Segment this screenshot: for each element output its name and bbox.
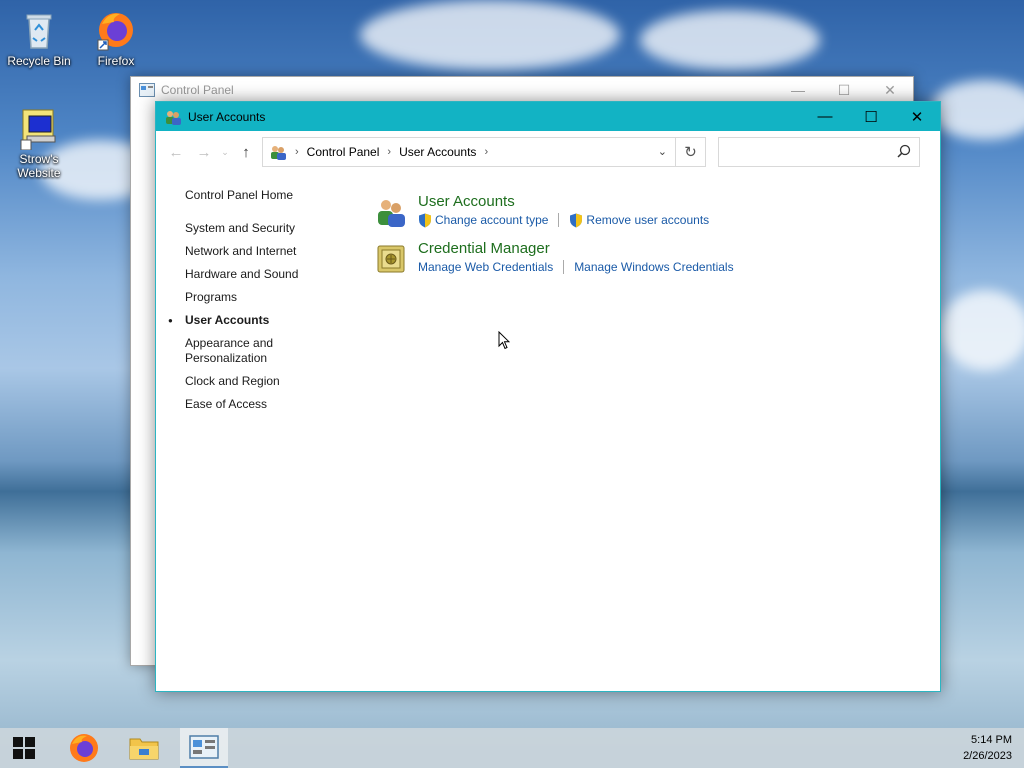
minimize-button[interactable]: — [802,102,848,131]
change-account-type-link[interactable]: Change account type [418,212,548,228]
clock-date: 2/26/2023 [963,750,1012,762]
breadcrumb-user-accounts[interactable]: User Accounts [399,145,476,159]
refresh-button[interactable]: ↻ [676,137,706,167]
sidebar-item-user-accounts[interactable]: User Accounts [168,313,355,328]
link-label[interactable]: Change account type [435,212,548,228]
uac-shield-icon [570,213,583,227]
recent-locations-button[interactable]: ⌄ [218,138,232,166]
taskbar-control-panel-button[interactable] [180,728,228,768]
computer-icon [20,109,56,150]
sidebar-item-clock-and-region[interactable]: Clock and Region [185,374,355,389]
category-heading-credential-manager[interactable]: Credential Manager [418,239,734,259]
window-title: User Accounts [188,109,266,124]
taskbar: 5:14 PM 2/26/2023 [0,728,1024,768]
user-accounts-window[interactable]: User Accounts — ☐ ✕ ← → ⌄ ↑ › Control Pa… [155,101,941,692]
category-credential-manager: Credential Manager Manage Web Credential… [375,239,734,286]
address-bar[interactable]: › Control Panel › User Accounts › ⌄ [262,137,676,167]
manage-windows-credentials-link[interactable]: Manage Windows Credentials [574,259,733,275]
category-heading-user-accounts[interactable]: User Accounts [418,192,734,212]
firefox-icon [70,734,98,762]
category-list: User Accounts Change account type Remove… [375,192,734,286]
system-clock[interactable]: 5:14 PM 2/26/2023 [963,732,1012,764]
chevron-right-icon[interactable]: › [484,146,488,158]
uac-shield-icon [419,213,431,227]
control-panel-icon [189,735,219,759]
manage-web-credentials-link[interactable]: Manage Web Credentials [418,259,553,275]
desktop-icon-label: Recycle Bin [7,54,71,68]
chevron-down-icon[interactable]: ⌄ [658,145,667,158]
mouse-cursor-icon [498,331,510,350]
maximize-button[interactable]: ☐ [848,102,894,131]
users-icon [378,200,405,227]
sidebar-item-system-and-security[interactable]: System and Security [185,221,355,236]
sidebar-item-hardware-and-sound[interactable]: Hardware and Sound [185,267,355,282]
search-input[interactable] [719,138,889,166]
taskbar-file-explorer-button[interactable] [120,728,168,768]
desktop-icon-recycle-bin[interactable]: Recycle Bin [1,8,77,68]
link-divider [563,260,565,274]
sidebar-item-control-panel-home[interactable]: Control Panel Home [185,188,355,203]
folder-icon [129,738,159,760]
forward-button[interactable]: → [190,138,218,166]
search-box[interactable] [718,137,920,167]
chevron-right-icon[interactable]: › [295,146,299,158]
sidebar-item-ease-of-access[interactable]: Ease of Access [185,397,355,412]
navigation-bar: ← → ⌄ ↑ › Control Panel › User Accounts … [156,131,940,173]
sidebar: Control Panel Home System and Security N… [168,188,355,420]
desktop-icon-label: Firefox [97,54,135,68]
link-divider [558,213,560,227]
remove-user-accounts-link[interactable]: Remove user accounts [569,212,709,228]
close-button[interactable]: ✕ [867,77,913,103]
close-button[interactable]: ✕ [894,102,940,131]
breadcrumb-control-panel[interactable]: Control Panel [307,145,380,159]
control-panel-icon [139,83,155,97]
start-button[interactable] [0,728,48,768]
desktop-icon-firefox[interactable]: Firefox [78,8,154,68]
back-button[interactable]: ← [162,138,190,166]
sidebar-item-appearance-and-personalization[interactable]: Appearance and Personalization [185,336,285,366]
category-user-accounts: User Accounts Change account type Remove… [375,192,734,239]
desktop-icon-strows-website[interactable]: Strow's Website [1,106,77,180]
taskbar-firefox-button[interactable] [60,728,108,768]
sidebar-item-programs[interactable]: Programs [185,290,355,305]
window-title: Control Panel [161,83,234,97]
search-icon[interactable] [897,144,911,158]
recycle-bin-icon [26,14,52,49]
windows-logo-icon [13,737,35,759]
up-button[interactable]: ↑ [232,138,260,166]
minimize-button[interactable]: — [775,77,821,103]
desktop-icon-label: Strow's Website [17,152,61,180]
maximize-button[interactable]: ☐ [821,77,867,103]
link-label[interactable]: Remove user accounts [586,212,709,228]
sidebar-item-network-and-internet[interactable]: Network and Internet [185,244,355,259]
users-icon [271,146,286,160]
firefox-icon [97,13,133,51]
vault-icon [377,245,405,273]
users-icon [166,110,181,125]
chevron-right-icon[interactable]: › [387,146,391,158]
clock-time: 5:14 PM [971,734,1012,746]
